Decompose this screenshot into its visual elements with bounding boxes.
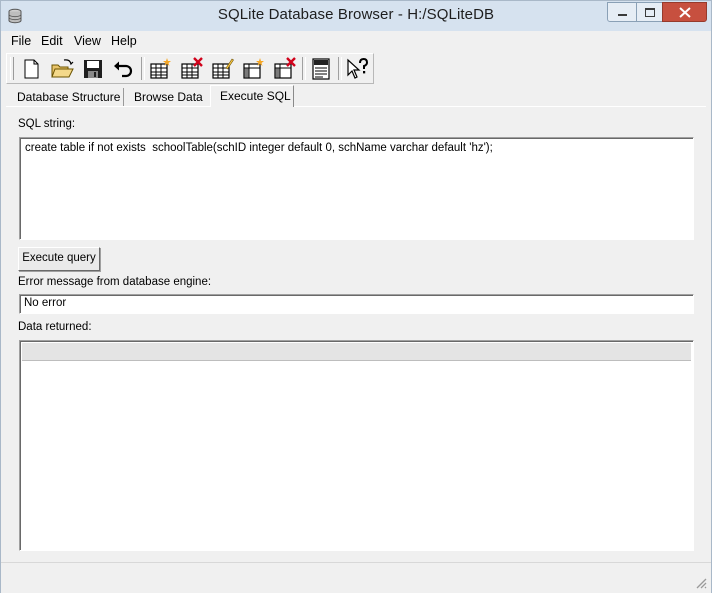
menu-bar: File Edit View Help [1, 31, 711, 52]
toolbar-separator [338, 57, 342, 80]
delete-table-button[interactable] [179, 57, 203, 81]
tab-browse-data[interactable]: Browse Data [126, 88, 208, 107]
status-bar [1, 562, 711, 593]
revert-changes-button[interactable] [111, 57, 135, 81]
create-table-button[interactable] [148, 57, 172, 81]
sql-log-button[interactable] [309, 57, 333, 81]
menu-file[interactable]: File [11, 34, 31, 48]
window-title: SQLite Database Browser - H:/SQLiteDB [217, 6, 495, 23]
modify-table-button[interactable] [210, 57, 234, 81]
delete-index-button[interactable] [272, 57, 296, 81]
table-edit-icon [212, 58, 234, 79]
execute-sql-panel: SQL string: create table if not exists s… [6, 106, 706, 562]
toolbar-separator [302, 57, 306, 80]
sql-string-input[interactable]: create table if not exists schoolTable(s… [19, 137, 694, 240]
index-add-icon [243, 58, 264, 79]
table-add-icon [150, 58, 171, 79]
table-delete-icon [181, 57, 203, 79]
main-window: SQLite Database Browser - H:/SQLiteDB Fi… [0, 0, 712, 593]
toolbar [6, 53, 374, 84]
toolbar-grip[interactable] [10, 57, 14, 80]
error-message-field[interactable]: No error [19, 294, 694, 314]
grid-header [22, 343, 691, 361]
menu-edit[interactable]: Edit [41, 34, 63, 48]
open-folder-icon [51, 59, 74, 78]
write-changes-button[interactable] [81, 57, 105, 81]
log-icon [312, 58, 330, 80]
help-pointer-icon [347, 57, 369, 79]
save-floppy-icon [84, 60, 102, 78]
toolbar-separator [141, 57, 145, 80]
new-file-icon [24, 59, 39, 79]
close-button[interactable] [662, 2, 707, 22]
resize-grip-icon[interactable] [695, 577, 707, 589]
data-returned-label: Data returned: [18, 321, 92, 333]
tab-execute-sql[interactable]: Execute SQL [210, 85, 294, 107]
execute-query-button[interactable]: Execute query [18, 247, 100, 271]
minimize-button[interactable] [607, 2, 637, 22]
maximize-button[interactable] [636, 2, 663, 22]
create-index-button[interactable] [241, 57, 265, 81]
tab-bar: Database Structure Browse Data Execute S… [6, 85, 706, 107]
error-message-label: Error message from database engine: [18, 276, 212, 288]
index-delete-icon [274, 57, 296, 79]
title-bar[interactable]: SQLite Database Browser - H:/SQLiteDB [1, 1, 711, 31]
tab-database-structure[interactable]: Database Structure [8, 88, 124, 107]
open-database-button[interactable] [50, 57, 74, 81]
whats-this-button[interactable] [345, 57, 369, 81]
close-icon [679, 7, 691, 18]
new-database-button[interactable] [19, 57, 43, 81]
sql-string-label: SQL string: [18, 118, 76, 130]
data-returned-grid[interactable] [19, 340, 694, 551]
menu-view[interactable]: View [74, 34, 101, 48]
menu-help[interactable]: Help [111, 34, 137, 48]
undo-icon [114, 61, 133, 78]
